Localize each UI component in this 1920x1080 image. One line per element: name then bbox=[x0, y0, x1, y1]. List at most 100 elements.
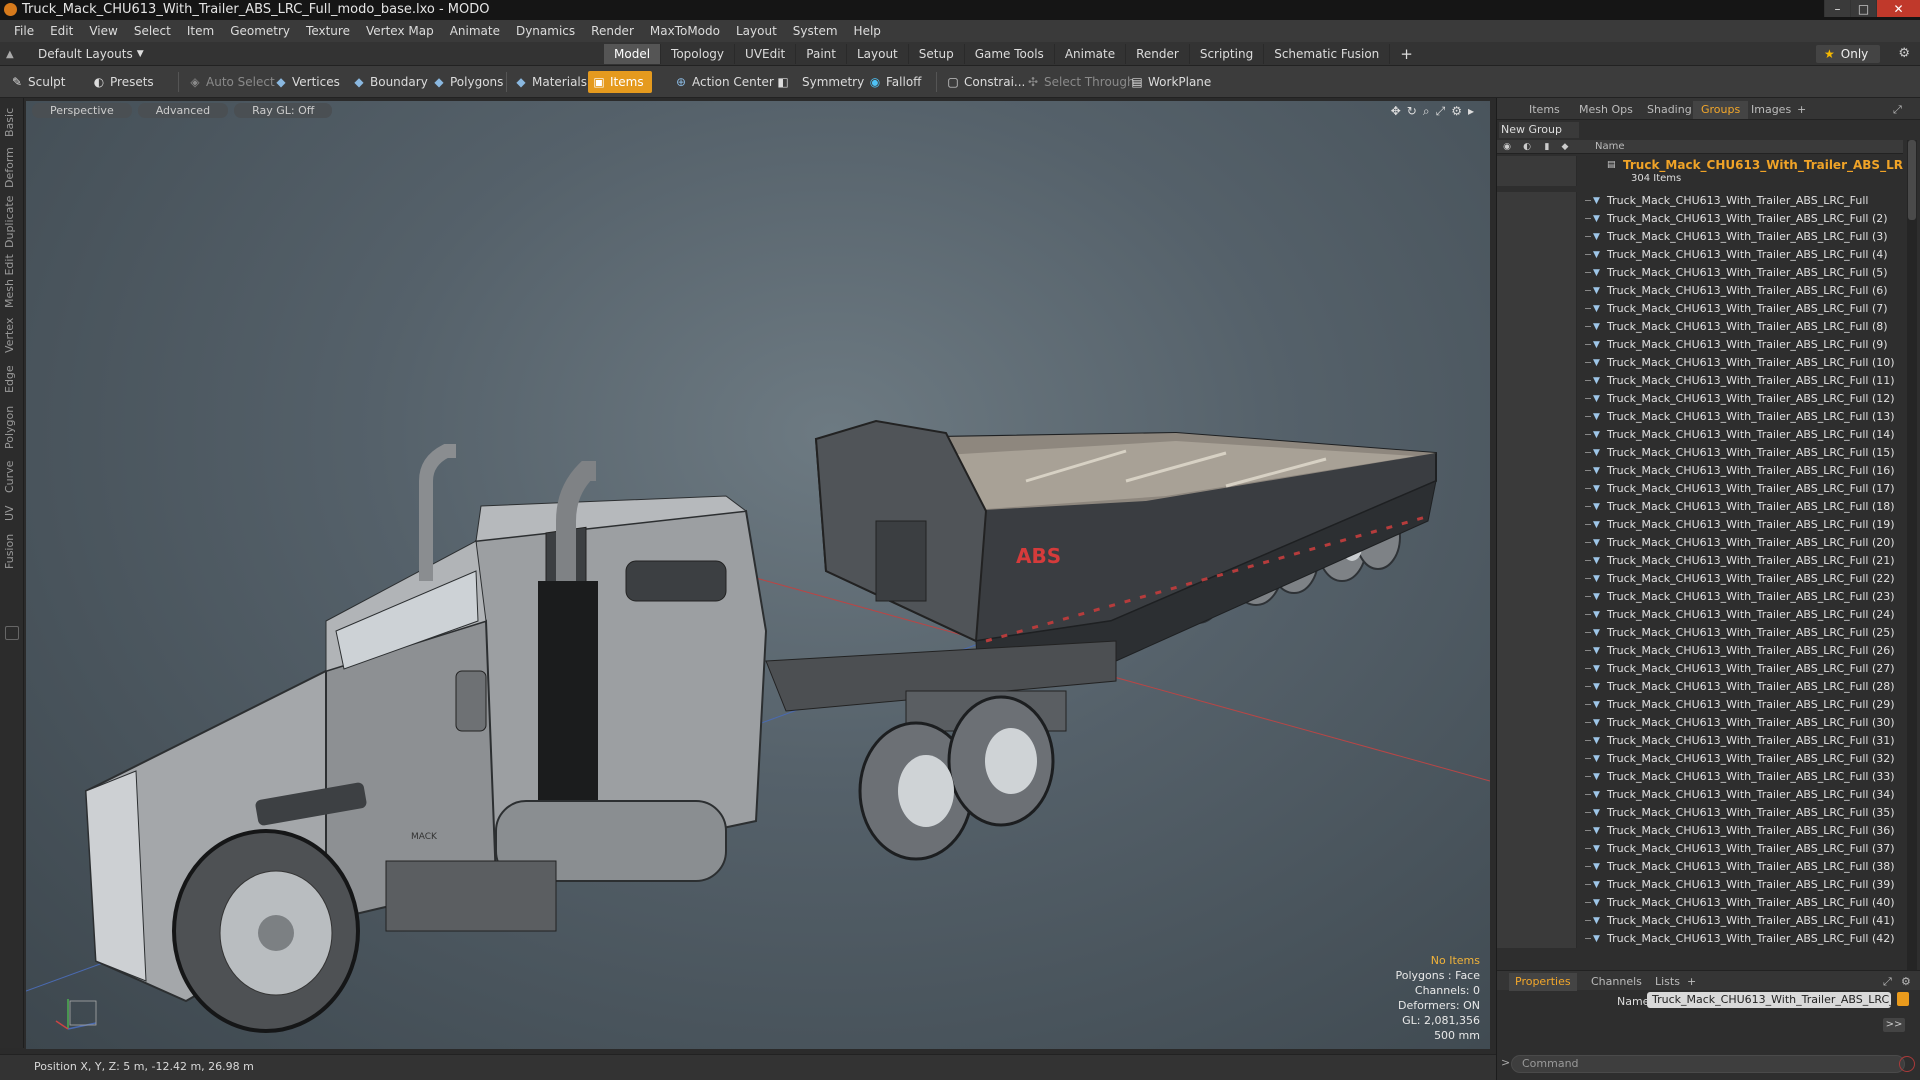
select-through-button[interactable]: ✣ Select Through bbox=[1022, 71, 1143, 93]
vtab-deform[interactable]: Deform bbox=[3, 146, 21, 190]
tab-paint[interactable]: Paint bbox=[796, 44, 847, 64]
tab-schematic-fusion[interactable]: Schematic Fusion bbox=[1264, 44, 1391, 64]
vtab-uv[interactable]: UV bbox=[3, 502, 21, 524]
list-item[interactable]: ▼ Truck_Mack_CHU613_With_Trailer_ABS_LRC_… bbox=[1497, 858, 1903, 876]
scrollbar-thumb[interactable] bbox=[1908, 140, 1916, 220]
vertices-button[interactable]: ◆ Vertices bbox=[270, 71, 348, 93]
list-item[interactable]: ▼ Truck_Mack_CHU613_With_Trailer_ABS_LRC_… bbox=[1497, 624, 1903, 642]
list-item[interactable]: ▼ Truck_Mack_CHU613_With_Trailer_ABS_LRC_… bbox=[1497, 498, 1903, 516]
symmetry-button[interactable]: ◧ Symmetry bbox=[772, 71, 872, 93]
menu-vertex-map[interactable]: Vertex Map bbox=[358, 24, 442, 38]
list-item[interactable]: ▼ Truck_Mack_CHU613_With_Trailer_ABS_LRC_… bbox=[1497, 372, 1903, 390]
zoom-icon[interactable]: ⌕ bbox=[1423, 104, 1430, 119]
name-field[interactable]: Truck_Mack_CHU613_With_Trailer_ABS_LRC_F… bbox=[1647, 992, 1891, 1008]
layouts-dropdown[interactable]: ▲ Default Layouts ▼ bbox=[6, 45, 144, 63]
view-perspective-button[interactable]: Perspective bbox=[32, 103, 132, 118]
raygl-toggle[interactable]: Ray GL: Off bbox=[234, 103, 333, 118]
vtab-duplicate[interactable]: Duplicate bbox=[3, 196, 21, 248]
vtab-fusion[interactable]: Fusion bbox=[3, 530, 21, 572]
tab-game-tools[interactable]: Game Tools bbox=[965, 44, 1055, 64]
list-item[interactable]: ▼ Truck_Mack_CHU613_With_Trailer_ABS_LRC_… bbox=[1497, 318, 1903, 336]
polygons-button[interactable]: ◆ Polygons bbox=[428, 71, 511, 93]
list-item[interactable]: ▼ Truck_Mack_CHU613_With_Trailer_ABS_LRC_… bbox=[1497, 714, 1903, 732]
menu-render[interactable]: Render bbox=[583, 24, 642, 38]
list-item[interactable]: ▼ Truck_Mack_CHU613_With_Trailer_ABS_LRC_… bbox=[1497, 912, 1903, 930]
menu-view[interactable]: View bbox=[81, 24, 125, 38]
sculpt-button[interactable]: ✎ Sculpt bbox=[6, 71, 73, 93]
list-item[interactable]: ▼ Truck_Mack_CHU613_With_Trailer_ABS_LRC_… bbox=[1497, 192, 1903, 210]
menu-dynamics[interactable]: Dynamics bbox=[508, 24, 583, 38]
list-item[interactable]: ▼ Truck_Mack_CHU613_With_Trailer_ABS_LRC_… bbox=[1497, 570, 1903, 588]
list-item[interactable]: ▼ Truck_Mack_CHU613_With_Trailer_ABS_LRC_… bbox=[1497, 930, 1903, 948]
list-item[interactable]: ▼ Truck_Mack_CHU613_With_Trailer_ABS_LRC_… bbox=[1497, 588, 1903, 606]
falloff-button[interactable]: ◉ Falloff bbox=[864, 71, 929, 93]
list-item[interactable]: ▼ Truck_Mack_CHU613_With_Trailer_ABS_LRC_… bbox=[1497, 408, 1903, 426]
viewport-menu-icon[interactable]: ▸ bbox=[1468, 104, 1474, 119]
rotate-icon[interactable]: ↻ bbox=[1407, 104, 1417, 119]
menu-select[interactable]: Select bbox=[126, 24, 179, 38]
list-item[interactable]: ▼ Truck_Mack_CHU613_With_Trailer_ABS_LRC_… bbox=[1497, 552, 1903, 570]
view-advanced-button[interactable]: Advanced bbox=[137, 103, 229, 118]
vtab-polygon[interactable]: Polygon bbox=[3, 402, 21, 452]
vtab-edge[interactable]: Edge bbox=[3, 362, 21, 396]
tab-channels[interactable]: Channels bbox=[1585, 973, 1648, 991]
name-column-header[interactable]: Name bbox=[1595, 140, 1625, 154]
boundary-button[interactable]: ◆ Boundary bbox=[348, 71, 436, 93]
menu-file[interactable]: File bbox=[6, 24, 42, 38]
name-field-color-swatch[interactable] bbox=[1897, 992, 1909, 1006]
tab-render[interactable]: Render bbox=[1126, 44, 1190, 64]
close-icon[interactable]: ✕ bbox=[1876, 0, 1920, 17]
list-item[interactable]: ▼ Truck_Mack_CHU613_With_Trailer_ABS_LRC_… bbox=[1497, 822, 1903, 840]
menu-layout[interactable]: Layout bbox=[728, 24, 785, 38]
gear-icon[interactable]: ⚙ bbox=[1898, 46, 1910, 61]
list-item[interactable]: ▼ Truck_Mack_CHU613_With_Trailer_ABS_LRC_… bbox=[1497, 642, 1903, 660]
list-item[interactable]: ▼ Truck_Mack_CHU613_With_Trailer_ABS_LRC_… bbox=[1497, 750, 1903, 768]
list-item[interactable]: ▼ Truck_Mack_CHU613_With_Trailer_ABS_LRC_… bbox=[1497, 876, 1903, 894]
add-properties-tab-icon[interactable]: + bbox=[1681, 973, 1702, 991]
list-item[interactable]: ▼ Truck_Mack_CHU613_With_Trailer_ABS_LRC_… bbox=[1497, 840, 1903, 858]
tab-items[interactable]: Items bbox=[1521, 101, 1568, 119]
tab-mesh-ops[interactable]: Mesh Ops bbox=[1571, 101, 1641, 119]
list-item[interactable]: ▼ Truck_Mack_CHU613_With_Trailer_ABS_LRC_… bbox=[1497, 516, 1903, 534]
list-item[interactable]: ▼ Truck_Mack_CHU613_With_Trailer_ABS_LRC_… bbox=[1497, 768, 1903, 786]
list-item[interactable]: ▼ Truck_Mack_CHU613_With_Trailer_ABS_LRC_… bbox=[1497, 606, 1903, 624]
tab-layout[interactable]: Layout bbox=[847, 44, 909, 64]
tab-topology[interactable]: Topology bbox=[661, 44, 736, 64]
3d-viewport[interactable]: ABS MACK Perspective Advanced Ray GL: Of… bbox=[26, 101, 1490, 1049]
tab-properties[interactable]: Properties bbox=[1509, 973, 1577, 991]
list-item[interactable]: ▼ Truck_Mack_CHU613_With_Trailer_ABS_LRC_… bbox=[1497, 480, 1903, 498]
panel-toggle-icon[interactable] bbox=[5, 626, 19, 640]
menu-system[interactable]: System bbox=[785, 24, 846, 38]
list-item[interactable]: ▼ Truck_Mack_CHU613_With_Trailer_ABS_LRC_… bbox=[1497, 354, 1903, 372]
menu-item[interactable]: Item bbox=[179, 24, 222, 38]
tab-groups[interactable]: Groups bbox=[1693, 101, 1749, 119]
viewport-gear-icon[interactable]: ⚙ bbox=[1451, 104, 1462, 119]
menu-texture[interactable]: Texture bbox=[298, 24, 358, 38]
list-item[interactable]: ▼ Truck_Mack_CHU613_With_Trailer_ABS_LRC_… bbox=[1497, 534, 1903, 552]
tab-shading[interactable]: Shading bbox=[1639, 101, 1700, 119]
list-item[interactable]: ▼ Truck_Mack_CHU613_With_Trailer_ABS_LRC_… bbox=[1497, 462, 1903, 480]
list-item[interactable]: ▼ Truck_Mack_CHU613_With_Trailer_ABS_LRC_… bbox=[1497, 246, 1903, 264]
properties-gear-icon[interactable]: ⚙ bbox=[1895, 973, 1917, 991]
workplane-button[interactable]: ▤ WorkPlane bbox=[1126, 71, 1219, 93]
group-row[interactable]: ▤ Truck_Mack_CHU613_With_Trailer_ABS_LRC… bbox=[1497, 156, 1903, 186]
menu-geometry[interactable]: Geometry bbox=[222, 24, 298, 38]
menu-animate[interactable]: Animate bbox=[442, 24, 508, 38]
list-item[interactable]: ▼ Truck_Mack_CHU613_With_Trailer_ABS_LRC_… bbox=[1497, 300, 1903, 318]
tab-setup[interactable]: Setup bbox=[909, 44, 965, 64]
materials-button[interactable]: ◆ Materials bbox=[510, 71, 595, 93]
pan-icon[interactable]: ✥ bbox=[1391, 104, 1401, 119]
add-tab-icon[interactable]: + bbox=[1390, 44, 1423, 64]
list-scrollbar[interactable] bbox=[1907, 140, 1917, 980]
items-button[interactable]: ▣ Items bbox=[588, 71, 652, 93]
menu-edit[interactable]: Edit bbox=[42, 24, 81, 38]
add-panel-tab-icon[interactable]: + bbox=[1789, 101, 1814, 119]
list-item[interactable]: ▼ Truck_Mack_CHU613_With_Trailer_ABS_LRC_… bbox=[1497, 696, 1903, 714]
minimize-icon[interactable]: – bbox=[1824, 0, 1850, 17]
list-item[interactable]: ▼ Truck_Mack_CHU613_With_Trailer_ABS_LRC_… bbox=[1497, 390, 1903, 408]
vtab-curve[interactable]: Curve bbox=[3, 458, 21, 496]
more-properties-button[interactable]: >> bbox=[1883, 1018, 1905, 1032]
tab-scripting[interactable]: Scripting bbox=[1190, 44, 1265, 64]
fit-icon[interactable]: ⤢ bbox=[1436, 104, 1446, 119]
list-item[interactable]: ▼ Truck_Mack_CHU613_With_Trailer_ABS_LRC_… bbox=[1497, 732, 1903, 750]
